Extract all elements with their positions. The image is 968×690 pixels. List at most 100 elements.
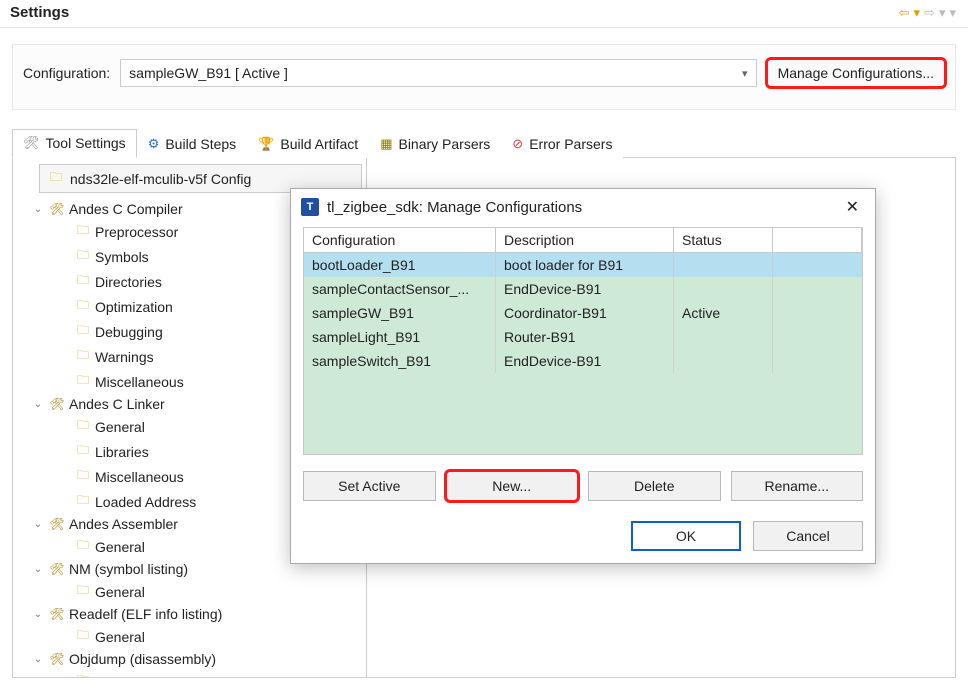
folder-icon: 🗀: [75, 536, 91, 557]
dialog-title-text: tl_zigbee_sdk: Manage Configurations: [327, 199, 582, 216]
expand-icon[interactable]: ⌄: [31, 519, 45, 530]
tree-item-label: Miscellaneous: [95, 374, 184, 390]
dialog-bottom-row: OK Cancel: [303, 521, 863, 551]
binary-parsers-icon: ▦: [380, 136, 392, 152]
tab-error-parsers[interactable]: ⊘ Error Parsers: [501, 130, 623, 158]
expand-icon[interactable]: ⌄: [31, 609, 45, 620]
dropdown-icon[interactable]: ▾: [947, 5, 958, 21]
tree-item[interactable]: ·🗀General: [17, 624, 362, 649]
cancel-button[interactable]: Cancel: [753, 521, 863, 551]
table-row[interactable]: sampleSwitch_B91EndDevice-B91: [304, 349, 862, 373]
tool-icon: 🛠: [49, 562, 65, 576]
button-label: OK: [676, 528, 696, 544]
configuration-bar: Configuration: sampleGW_B91 [ Active ] ▾…: [12, 44, 956, 110]
tool-settings-icon: 🛠: [23, 135, 40, 151]
ok-button[interactable]: OK: [631, 521, 741, 551]
cell-empty: [773, 349, 862, 373]
expand-icon[interactable]: ⌄: [31, 204, 45, 215]
folder-icon: 🗀: [75, 346, 91, 367]
col-status[interactable]: Status: [674, 228, 773, 252]
tree-group-label: Andes C Linker: [69, 396, 165, 412]
button-label: Rename...: [764, 478, 829, 494]
forward-icon[interactable]: ⇨: [922, 5, 937, 21]
tab-label: Tool Settings: [46, 135, 126, 151]
close-icon[interactable]: ✕: [840, 195, 865, 219]
rename-button[interactable]: Rename...: [731, 471, 864, 501]
tab-build-steps[interactable]: ⚙ Build Steps: [137, 130, 247, 158]
cell-empty: [773, 253, 862, 277]
tree-item[interactable]: ·🗀General: [17, 579, 362, 604]
cell-configuration: sampleSwitch_B91: [304, 349, 496, 373]
cell-description: Router-B91: [496, 325, 674, 349]
manage-configurations-button[interactable]: Manage Configurations...: [767, 59, 945, 87]
delete-button[interactable]: Delete: [588, 471, 721, 501]
table-row[interactable]: sampleLight_B91Router-B91: [304, 325, 862, 349]
table-row[interactable]: sampleContactSensor_...EndDevice-B91: [304, 277, 862, 301]
tree-item-label: Preprocessor: [95, 224, 178, 240]
cell-description: EndDevice-B91: [496, 277, 674, 301]
expand-icon[interactable]: ⌄: [31, 654, 45, 665]
dialog-titlebar: T tl_zigbee_sdk: Manage Configurations ✕: [291, 189, 875, 227]
cell-configuration: sampleContactSensor_...: [304, 277, 496, 301]
back-menu-icon[interactable]: ▾: [912, 5, 923, 21]
tab-label: Build Steps: [165, 136, 236, 152]
folder-icon: 🗀: [75, 321, 91, 342]
build-artifact-icon: 🏆: [258, 136, 274, 152]
cell-status: [674, 253, 773, 277]
set-active-button[interactable]: Set Active: [303, 471, 436, 501]
error-parsers-icon: ⊘: [512, 136, 523, 152]
cell-description: EndDevice-B91: [496, 349, 674, 373]
manage-configurations-label: Manage Configurations...: [778, 65, 934, 81]
folder-icon: 🗀: [48, 168, 64, 189]
folder-icon: 🗀: [75, 296, 91, 317]
new-button[interactable]: New...: [446, 471, 579, 501]
folder-icon: 🗀: [75, 221, 91, 242]
col-configuration[interactable]: Configuration: [304, 228, 496, 252]
forward-menu-icon[interactable]: ▾: [937, 5, 948, 21]
tree-item-label: General: [95, 584, 145, 600]
table-row[interactable]: bootLoader_B91boot loader for B91: [304, 253, 862, 277]
tree-item[interactable]: ·🗀General: [17, 669, 362, 677]
tree-group-label: Andes Assembler: [69, 516, 178, 532]
cell-description: boot loader for B91: [496, 253, 674, 277]
tree-item-label: General: [95, 674, 145, 678]
folder-icon: 🗀: [75, 271, 91, 292]
configuration-select[interactable]: sampleGW_B91 [ Active ] ▾: [120, 59, 756, 87]
table-row[interactable]: sampleGW_B91Coordinator-B91Active: [304, 301, 862, 325]
configuration-selected: sampleGW_B91 [ Active ]: [129, 65, 288, 81]
tree-item-label: Directories: [95, 274, 162, 290]
cell-status: [674, 325, 773, 349]
tree-group[interactable]: ⌄🛠Objdump (disassembly): [17, 649, 362, 669]
expand-icon[interactable]: ⌄: [31, 399, 45, 410]
manage-configurations-dialog: T tl_zigbee_sdk: Manage Configurations ✕…: [290, 188, 876, 564]
tree-group-label: Objdump (disassembly): [69, 651, 216, 667]
cell-status: [674, 277, 773, 301]
folder-icon: 🗀: [75, 416, 91, 437]
tree-item-label: General: [95, 629, 145, 645]
tree-group[interactable]: ⌄🛠Readelf (ELF info listing): [17, 604, 362, 624]
tab-tool-settings[interactable]: 🛠 Tool Settings: [12, 129, 137, 158]
col-empty: [773, 228, 862, 252]
tool-icon: 🛠: [49, 202, 65, 216]
tab-binary-parsers[interactable]: ▦ Binary Parsers: [369, 130, 501, 158]
app-icon: T: [301, 198, 319, 216]
expand-icon[interactable]: ⌄: [31, 564, 45, 575]
tree-group-label: Andes C Compiler: [69, 201, 183, 217]
cell-empty: [773, 301, 862, 325]
cell-empty: [773, 325, 862, 349]
back-icon[interactable]: ⇦: [897, 5, 912, 21]
table-header: Configuration Description Status: [304, 228, 862, 253]
tool-icon: 🛠: [49, 397, 65, 411]
tree-item-label: Loaded Address: [95, 494, 196, 510]
settings-tabs: 🛠 Tool Settings ⚙ Build Steps 🏆 Build Ar…: [12, 128, 956, 158]
tree-group-label: NM (symbol listing): [69, 561, 188, 577]
tree-item-label: General: [95, 539, 145, 555]
tool-icon: 🛠: [49, 607, 65, 621]
col-description[interactable]: Description: [496, 228, 674, 252]
tree-item-label: Symbols: [95, 249, 149, 265]
folder-icon: 🗀: [75, 371, 91, 392]
build-steps-icon: ⚙: [148, 136, 160, 152]
folder-icon: 🗀: [75, 466, 91, 487]
chevron-down-icon: ▾: [742, 67, 748, 80]
tab-build-artifact[interactable]: 🏆 Build Artifact: [247, 130, 369, 158]
